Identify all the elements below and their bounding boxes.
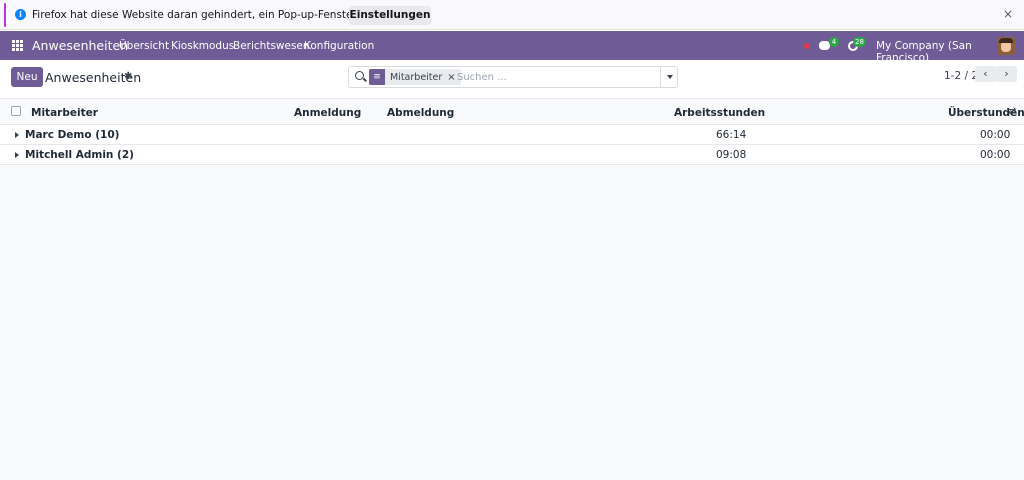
settings-button[interactable]: Einstellungen [349, 6, 431, 25]
column-header-mitarbeiter[interactable]: Mitarbeiter [31, 107, 98, 119]
chevron-left-icon[interactable]: ‹ [975, 66, 996, 82]
layers-icon: ≡ [369, 69, 385, 85]
app-name[interactable]: Anwesenheiten [32, 38, 128, 53]
hours-cell: 09:08 [716, 149, 747, 161]
table-row[interactable]: Marc Demo (10) 66:14 00:00 [0, 125, 1024, 145]
search-bar: ≡ Mitarbeiter × [348, 66, 678, 88]
column-header-anmeldung[interactable]: Anmeldung [294, 107, 361, 119]
group-name: Mitchell Admin (2) [25, 149, 134, 161]
overtime-cell: 00:00 [980, 129, 1011, 141]
popup-blocked-notification: i Firefox hat diese Website daran gehind… [0, 0, 1024, 30]
activity-count-badge: 28 [853, 37, 866, 47]
group-name: Marc Demo (10) [25, 129, 120, 141]
new-button[interactable]: Neu [11, 67, 43, 87]
column-header-arbeitsstunden[interactable]: Arbeitsstunden [674, 107, 765, 119]
caret-right-icon [15, 152, 19, 158]
column-header-abmeldung[interactable]: Abmeldung [387, 107, 454, 119]
search-input[interactable] [457, 70, 657, 84]
facet-label: Mitarbeiter [390, 71, 443, 83]
menu-item-uebersicht[interactable]: Übersicht [119, 40, 169, 52]
menu-item-kioskmodus[interactable]: Kioskmodus [171, 40, 234, 52]
avatar[interactable] [997, 37, 1015, 55]
list-empty-area [0, 165, 1024, 480]
gear-icon[interactable]: ✱ [124, 71, 132, 82]
column-settings-icon[interactable]: ⇄ [1008, 106, 1016, 117]
menu-item-konfiguration[interactable]: Konfiguration [304, 40, 374, 52]
chevron-right-icon[interactable]: › [996, 66, 1017, 82]
caret-right-icon [15, 132, 19, 138]
search-facet: ≡ Mitarbeiter × [369, 69, 461, 85]
menu-item-berichtswesen[interactable]: Berichtswesen [233, 40, 310, 52]
chat-count-badge: 4 [829, 37, 839, 47]
overtime-cell: 00:00 [980, 149, 1011, 161]
apps-icon[interactable] [12, 40, 23, 51]
pager-value[interactable]: 1-2 / 2 [944, 70, 978, 82]
main-navbar: Anwesenheiten Übersicht Kioskmodus Beric… [0, 31, 1024, 64]
chevron-down-icon[interactable] [660, 66, 678, 88]
search-icon[interactable] [355, 71, 364, 80]
select-all-checkbox[interactable] [11, 106, 21, 116]
status-dot[interactable] [804, 43, 810, 49]
close-icon[interactable]: × [1003, 7, 1013, 21]
table-header: Mitarbeiter Anmeldung Abmeldung Arbeitss… [0, 98, 1024, 125]
notification-accent [4, 3, 6, 27]
table-row[interactable]: Mitchell Admin (2) 09:08 00:00 [0, 145, 1024, 165]
hours-cell: 66:14 [716, 129, 747, 141]
info-icon: i [15, 9, 26, 20]
